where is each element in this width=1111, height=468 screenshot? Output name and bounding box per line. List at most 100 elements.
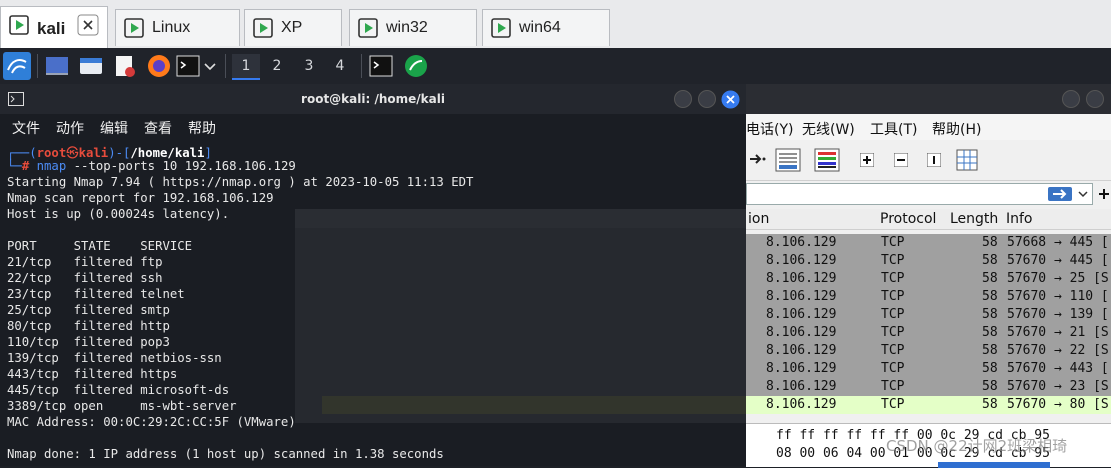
terminal-window-icon[interactable] xyxy=(369,54,393,78)
packet-row[interactable]: 8.106.129 TCP 58 57670 → 445 [ xyxy=(746,252,1111,270)
packet-row[interactable]: 8.106.129 TCP 58 57668 → 445 [ xyxy=(746,234,1111,252)
packet-proto: TCP xyxy=(881,379,905,394)
ghost-header xyxy=(295,209,746,229)
menu-help[interactable]: 帮助(H) xyxy=(932,119,981,139)
chevron-down-icon[interactable] xyxy=(1078,189,1088,199)
packet-info: 57670 → 22 [S xyxy=(1007,343,1109,358)
close-button[interactable] xyxy=(721,90,740,109)
output-line: 445/tcp filtered microsoft-ds xyxy=(7,383,230,397)
packet-row[interactable]: 8.106.129 TCP 58 57670 → 139 [ xyxy=(746,306,1111,324)
output-line: Nmap done: 1 IP address (1 host up) scan… xyxy=(7,447,444,461)
chevron-down-icon[interactable] xyxy=(202,54,218,78)
packet-dest: 8.106.129 xyxy=(766,253,837,268)
packet-len: 58 xyxy=(982,379,998,394)
vm-tab-win64[interactable]: win64 xyxy=(482,9,610,46)
normal-size-icon[interactable] xyxy=(927,153,941,167)
vm-tab-linux[interactable]: Linux xyxy=(115,9,240,46)
menu-telephony[interactable]: 电话(Y) xyxy=(746,119,793,139)
menu-file[interactable]: 文件 xyxy=(12,118,40,138)
wireshark-window: 电话(Y) 无线(W) 工具(T) 帮助(H) ion Protocol Len… xyxy=(746,84,1111,468)
output-line: 21/tcp filtered ftp xyxy=(7,255,163,269)
terminal-icon[interactable] xyxy=(176,54,200,78)
packet-len: 58 xyxy=(982,343,998,358)
menu-tools[interactable]: 工具(T) xyxy=(870,119,917,139)
hex-selection xyxy=(938,462,1050,468)
packet-dest: 8.106.129 xyxy=(766,361,837,376)
watermark: CSDN @22计网2班梁相琦 xyxy=(886,437,1068,455)
packet-proto: TCP xyxy=(881,271,905,286)
menu-wireless[interactable]: 无线(W) xyxy=(802,119,855,139)
workspace-4[interactable]: 4 xyxy=(326,54,354,78)
firefox-icon[interactable] xyxy=(147,54,171,78)
menu-edit[interactable]: 编辑 xyxy=(100,118,128,138)
desktop-icon[interactable] xyxy=(45,54,69,78)
packet-proto: TCP xyxy=(881,235,905,250)
packet-len: 58 xyxy=(982,397,998,412)
go-last-icon[interactable] xyxy=(748,150,768,168)
colorize-icon[interactable] xyxy=(814,148,840,172)
output-line: Starting Nmap 7.94 ( https://nmap.org ) … xyxy=(7,175,474,189)
vm-tab-label: XP xyxy=(281,19,303,36)
wireshark-window-icon[interactable] xyxy=(404,54,428,78)
packet-info: 57670 → 23 [S xyxy=(1007,379,1109,394)
zoom-in-icon[interactable] xyxy=(860,153,874,167)
packet-row[interactable]: 8.106.129 TCP 58 57670 → 80 [S xyxy=(746,396,1111,414)
packet-row[interactable]: 8.106.129 TCP 58 57670 → 25 [S xyxy=(746,270,1111,288)
ghost-selected-row xyxy=(322,396,746,414)
vm-power-icon xyxy=(9,15,29,35)
workspace-3[interactable]: 3 xyxy=(295,54,323,78)
text-editor-icon[interactable] xyxy=(113,54,137,78)
workspace-2[interactable]: 2 xyxy=(263,54,291,78)
column-protocol[interactable]: Protocol xyxy=(880,211,936,227)
column-length[interactable]: Length xyxy=(950,211,998,227)
menu-action[interactable]: 动作 xyxy=(56,118,84,138)
packet-len: 58 xyxy=(982,361,998,376)
output-line: 139/tcp filtered netbios-ssn xyxy=(7,351,222,365)
vm-tab-kali[interactable]: kali xyxy=(0,6,108,48)
add-filter-icon[interactable] xyxy=(1097,187,1111,201)
terminal-menubar: 文件 动作 编辑 查看 帮助 xyxy=(0,114,746,140)
kali-menu-icon[interactable] xyxy=(3,52,31,80)
vm-tab-label: win32 xyxy=(386,19,428,36)
close-icon[interactable] xyxy=(77,14,99,36)
packet-row[interactable]: 8.106.129 TCP 58 57670 → 21 [S xyxy=(746,324,1111,342)
packet-len: 58 xyxy=(982,307,998,322)
packet-row[interactable]: 8.106.129 TCP 58 57670 → 110 [ xyxy=(746,288,1111,306)
packet-list-header: ion Protocol Length Info xyxy=(746,209,1111,230)
workspace-1[interactable]: 1 xyxy=(232,54,260,80)
apply-filter-icon[interactable] xyxy=(1048,187,1072,201)
resize-columns-icon[interactable] xyxy=(956,149,978,171)
vm-tab-xp[interactable]: XP xyxy=(244,9,342,46)
display-filter-input[interactable] xyxy=(746,183,1093,205)
column-info[interactable]: Info xyxy=(1006,211,1033,227)
vm-power-icon xyxy=(124,18,144,38)
minimize-button[interactable] xyxy=(1062,90,1080,108)
packet-proto: TCP xyxy=(881,361,905,376)
kali-top-panel: 1 2 3 4 xyxy=(0,48,1111,84)
vm-power-icon xyxy=(358,18,378,38)
packet-row[interactable]: 8.106.129 TCP 58 57670 → 23 [S xyxy=(746,378,1111,396)
column-destination[interactable]: ion xyxy=(748,211,769,227)
packet-row[interactable]: 8.106.129 TCP 58 57670 → 443 [ xyxy=(746,360,1111,378)
output-line: 110/tcp filtered pop3 xyxy=(7,335,170,349)
zoom-out-icon[interactable] xyxy=(894,153,908,167)
packet-proto: TCP xyxy=(881,343,905,358)
packet-proto: TCP xyxy=(881,307,905,322)
file-manager-icon[interactable] xyxy=(79,54,103,78)
output-line: 25/tcp filtered smtp xyxy=(7,303,170,317)
packet-bytes-pane: ff ff ff ff ff ff 00 0c 29 cd cb 95 08 0… xyxy=(746,423,1111,468)
maximize-button[interactable] xyxy=(1086,90,1104,108)
wireshark-titlebar xyxy=(746,84,1111,114)
packet-dest: 8.106.129 xyxy=(766,289,837,304)
packet-row[interactable]: 8.106.129 TCP 58 57670 → 22 [S xyxy=(746,342,1111,360)
maximize-button[interactable] xyxy=(698,90,716,108)
terminal-window: root@kali: /home/kali 文件 动作 编辑 查看 帮助 ┌──… xyxy=(0,84,746,466)
ghost-packet-list xyxy=(295,228,746,423)
menu-view[interactable]: 查看 xyxy=(144,118,172,138)
vm-tab-win32[interactable]: win32 xyxy=(349,9,477,46)
autoscroll-icon[interactable] xyxy=(775,148,801,172)
vm-tab-label: Linux xyxy=(152,19,191,36)
minimize-button[interactable] xyxy=(674,90,692,108)
menu-help[interactable]: 帮助 xyxy=(188,118,216,138)
packet-info: 57670 → 139 [ xyxy=(1007,307,1109,322)
